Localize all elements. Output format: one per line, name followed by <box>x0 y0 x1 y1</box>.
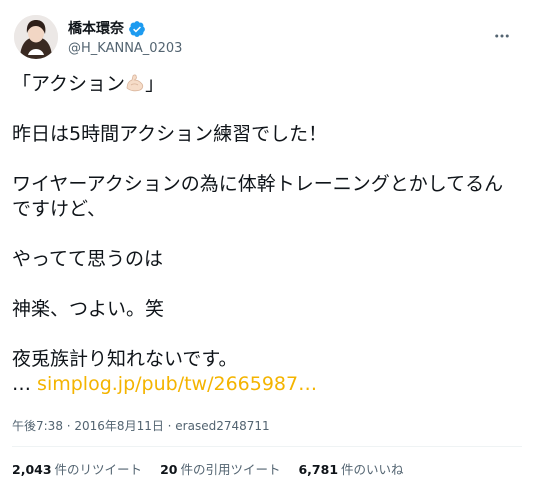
retweet-count-value: 2,043 <box>12 462 52 477</box>
tweet-line-6: 夜兎族計り知れないです。 <box>12 348 238 370</box>
tweet-header: 橋本環奈 @H_KANNA_0203 <box>12 12 522 62</box>
retweet-count-label: 件のリツイート <box>54 462 143 477</box>
tweet-link-line: … simplog.jp/pub/tw/2665987… <box>12 372 512 397</box>
quote-count-value: 20 <box>160 462 178 477</box>
like-count-value: 6,781 <box>298 462 339 477</box>
tweet-line-2: 昨日は5時間アクション練習でした！ <box>12 123 328 145</box>
author-display-name[interactable]: 橋本環奈 <box>68 20 124 38</box>
avatar[interactable] <box>14 15 58 59</box>
author-names: 橋本環奈 @H_KANNA_0203 <box>68 18 182 58</box>
author-handle[interactable]: @H_KANNA_0203 <box>68 40 182 58</box>
tweet-card: 橋本環奈 @H_KANNA_0203 「アクション 」 昨日は5時間アクション練 <box>0 0 534 493</box>
quote-count-label: 件の引用ツイート <box>180 462 281 477</box>
tweet-line-1-start: 「アクション <box>12 73 126 95</box>
tweet-timestamp[interactable]: 午後7:38 · 2016年8月11日 · erased2748711 <box>12 418 270 434</box>
like-count[interactable]: 6,781 件のいいね <box>298 462 403 478</box>
author-name-row: 橋本環奈 <box>68 20 146 38</box>
divider <box>12 446 522 447</box>
tweet-line-4: やってて思うのは <box>12 248 164 270</box>
flexed-biceps-emoji-icon <box>126 74 144 92</box>
tweet-line-3: ワイヤーアクションの為に体幹トレーニングとかしてるんですけど、 <box>12 173 504 220</box>
tweet-stats: 2,043 件のリツイート 20 件の引用ツイート 6,781 件のいいね <box>12 462 404 478</box>
verified-badge-icon <box>129 21 145 37</box>
tweet-text: 「アクション 」 昨日は5時間アクション練習でした！ ワイヤーアクションの為に体… <box>12 72 512 397</box>
tweet-link[interactable]: simplog.jp/pub/tw/2665987… <box>37 373 317 395</box>
link-ellipsis: … <box>12 373 31 395</box>
quote-count[interactable]: 20 件の引用ツイート <box>160 462 280 478</box>
more-options-button[interactable] <box>490 24 514 48</box>
avatar-portrait-icon <box>14 15 58 59</box>
more-dots-icon <box>495 34 509 38</box>
tweet-line-1: 「アクション 」 <box>12 72 512 97</box>
retweet-count[interactable]: 2,043 件のリツイート <box>12 462 142 478</box>
tweet-line-1-end: 」 <box>145 73 165 95</box>
like-count-label: 件のいいね <box>341 462 404 477</box>
tweet-line-5: 神楽、つよい。笑 <box>12 298 165 320</box>
